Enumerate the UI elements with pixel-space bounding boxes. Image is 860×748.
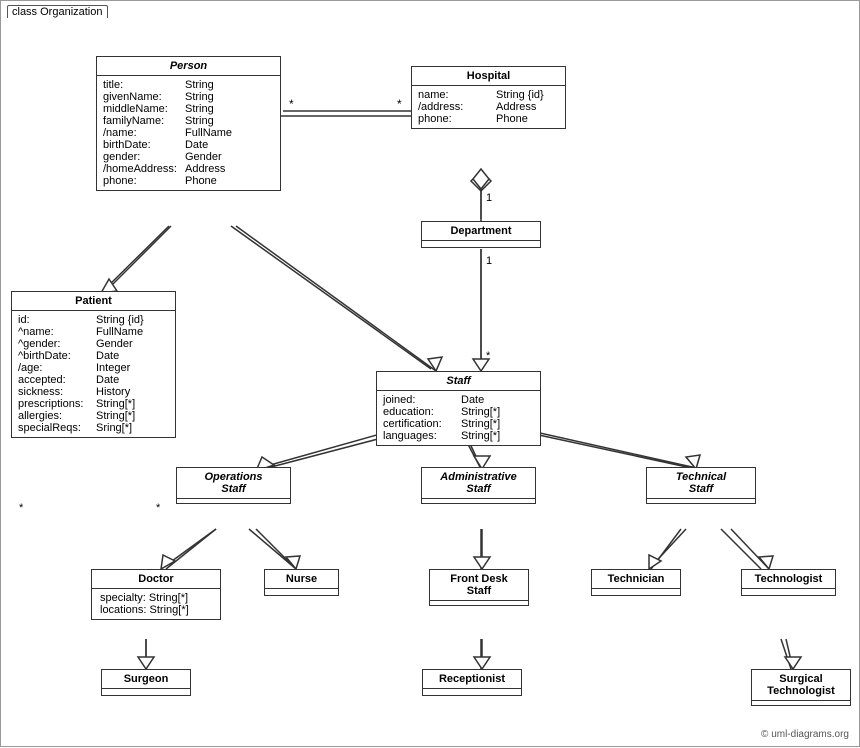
copyright: © uml-diagrams.org — [761, 729, 849, 740]
class-person-body: title: givenName: middleName: familyName… — [97, 76, 280, 190]
class-doctor: Doctor specialty: String[*] locations: S… — [91, 569, 221, 620]
class-technologist: Technologist — [741, 569, 836, 596]
class-department: Department — [421, 221, 541, 248]
class-staff: Staff joined: education: certification: … — [376, 371, 541, 446]
class-hospital: Hospital name: /address: phone: String {… — [411, 66, 566, 129]
svg-text:1: 1 — [486, 192, 492, 204]
class-nurse-header: Nurse — [265, 570, 338, 589]
class-administrative-staff: Administrative Staff — [421, 467, 536, 504]
class-administrative-staff-header: Administrative Staff — [422, 468, 535, 499]
class-receptionist: Receptionist — [422, 669, 522, 696]
class-operations-staff: Operations Staff — [176, 467, 291, 504]
class-surgical-technologist: Surgical Technologist — [751, 669, 851, 706]
svg-text:1: 1 — [486, 255, 492, 267]
class-front-desk-staff-header: Front Desk Staff — [430, 570, 528, 601]
class-technologist-header: Technologist — [742, 570, 835, 589]
svg-text:*: * — [486, 350, 491, 362]
class-person-header: Person — [97, 57, 280, 76]
class-patient-body: id: ^name: ^gender: ^birthDate: /age: ac… — [12, 311, 175, 437]
svg-text:*: * — [397, 97, 402, 111]
class-surgeon: Surgeon — [101, 669, 191, 696]
class-nurse: Nurse — [264, 569, 339, 596]
class-technical-staff-header: Technical Staff — [647, 468, 755, 499]
class-doctor-body: specialty: String[*] locations: String[*… — [92, 589, 220, 619]
class-doctor-header: Doctor — [92, 570, 220, 589]
class-staff-body: joined: education: certification: langua… — [377, 391, 540, 445]
class-person: Person title: givenName: middleName: fam… — [96, 56, 281, 191]
class-technical-staff: Technical Staff — [646, 467, 756, 504]
class-receptionist-header: Receptionist — [423, 670, 521, 689]
class-front-desk-staff: Front Desk Staff — [429, 569, 529, 606]
svg-text:*: * — [156, 502, 161, 514]
class-surgeon-header: Surgeon — [102, 670, 190, 689]
class-hospital-header: Hospital — [412, 67, 565, 86]
class-department-header: Department — [422, 222, 540, 241]
class-patient-header: Patient — [12, 292, 175, 311]
class-technician-header: Technician — [592, 570, 680, 589]
class-staff-header: Staff — [377, 372, 540, 391]
class-hospital-body: name: /address: phone: String {id} Addre… — [412, 86, 565, 128]
diagram-title: class Organization — [7, 5, 108, 18]
class-technician: Technician — [591, 569, 681, 596]
diagram-container: class Organization — [0, 0, 860, 747]
svg-text:*: * — [19, 502, 24, 514]
svg-text:*: * — [289, 97, 294, 111]
class-patient: Patient id: ^name: ^gender: ^birthDate: … — [11, 291, 176, 438]
class-surgical-technologist-header: Surgical Technologist — [752, 670, 850, 701]
class-operations-staff-header: Operations Staff — [177, 468, 290, 499]
